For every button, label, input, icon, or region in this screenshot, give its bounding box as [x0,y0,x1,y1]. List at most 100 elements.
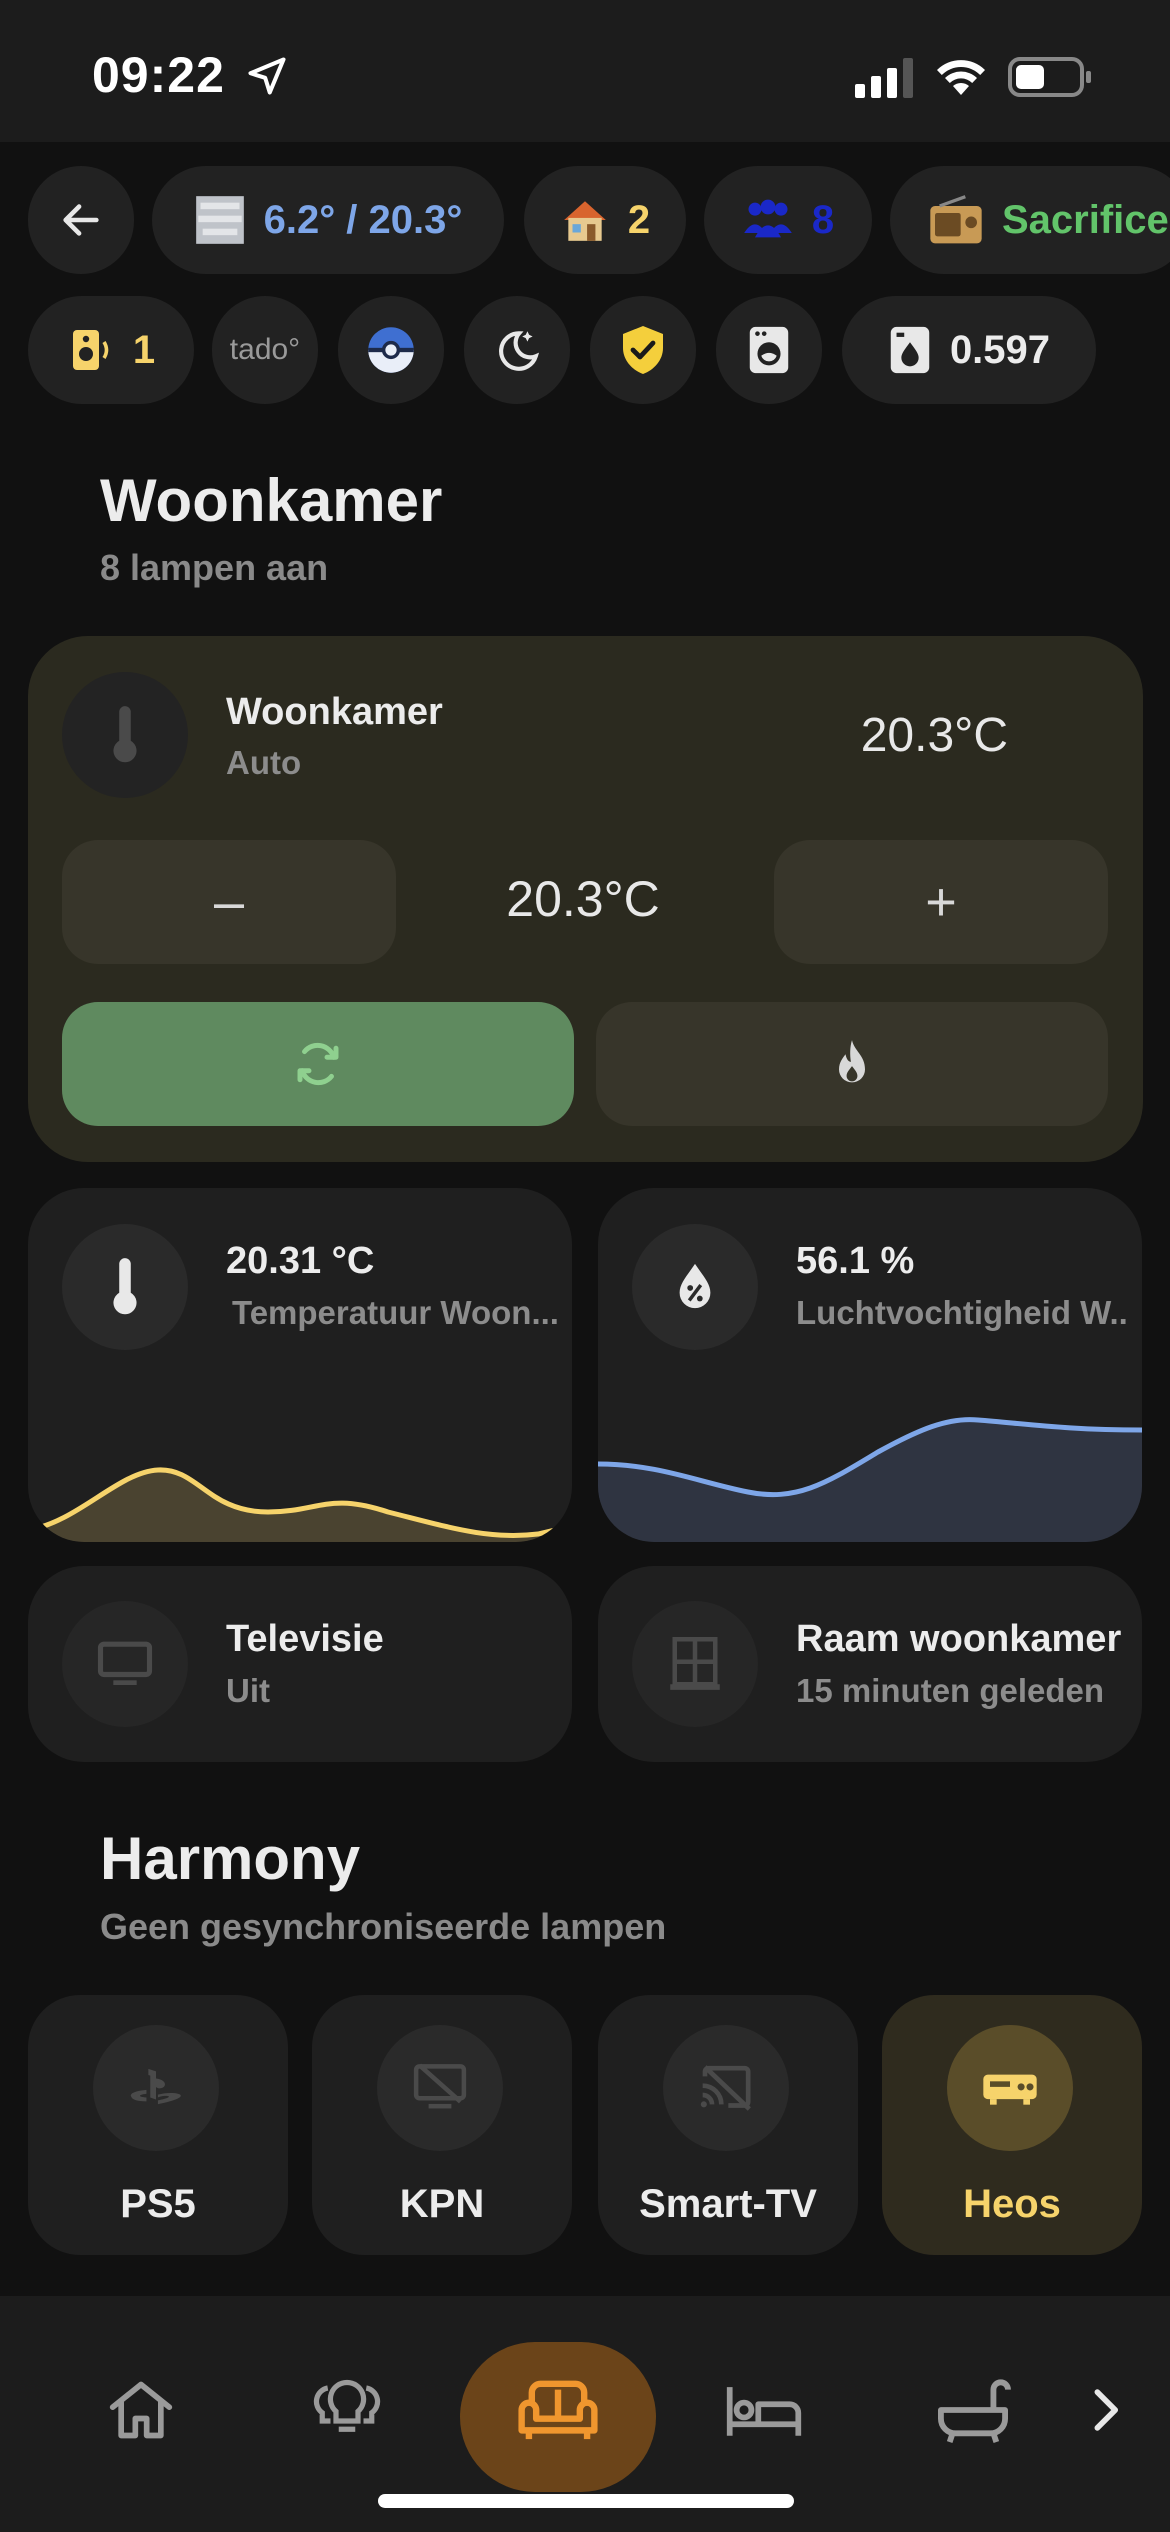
activity-label: Heos [963,2182,1061,2226]
harmony-activity-ps5[interactable]: PS5 [28,1995,288,2255]
humidity-icon-circle [632,1224,758,1350]
television-state: Uit [226,1672,270,1709]
chips-row-top: 6.2° / 20.3° 2 8 Sacrifice [0,166,1170,274]
receiver-icon [983,2074,1037,2105]
pokeball-chip[interactable] [338,296,444,404]
plus-icon: + [925,872,957,932]
shield-check-icon [623,326,663,374]
radio-chip[interactable]: Sacrifice [890,166,1170,274]
thermostat-card: Woonkamer Auto 20.3°C – 20.3°C + [28,636,1143,1162]
home-icon [109,2381,173,2439]
moon-stars-icon [499,331,540,371]
window-closed-icon [670,1637,720,1690]
temperature-sensor-card[interactable]: 20.31 °C Temperatuur Woon... [28,1188,572,1542]
thermostat-mode: Auto [226,744,302,781]
humidity-history-graph [598,1417,1142,1542]
nav-living-room[interactable] [493,2340,623,2480]
harmony-activity-kpn[interactable]: KPN [312,1995,572,2255]
weather-temps: 6.2° / 20.3° [263,197,463,242]
window-state: 15 minuten geleden [796,1672,1105,1709]
television-icon-circle [62,1601,188,1727]
thermostat-target-temp: 20.3°C [506,871,660,927]
window-name: Raam woonkamer [796,1618,1122,1660]
temp-increase-button[interactable]: + [774,840,1108,964]
speaker-count: 1 [132,327,156,372]
home-presence-chip[interactable]: 2 [524,166,686,274]
smart-tv-icon-circle [663,2025,789,2151]
back-button[interactable] [28,166,134,274]
nav-bedroom[interactable] [699,2340,829,2480]
harmony-activity-smart-tv[interactable]: Smart-TV [598,1995,858,2255]
chevron-right-icon [1094,2389,1119,2431]
washing-machine-icon [749,326,789,374]
speaker-icon [72,330,109,370]
wifi-icon [937,60,985,95]
monitor-icon [97,1641,153,1685]
playstation-icon-circle [93,2025,219,2151]
fog-weather-icon [195,196,244,244]
thermometer-icon [113,706,137,763]
nav-more[interactable] [1040,2340,1170,2480]
weather-chip[interactable]: 6.2° / 20.3° [152,166,504,274]
playstation-icon [130,2068,181,2105]
cast-off-icon [700,2065,751,2111]
security-chip[interactable] [590,296,696,404]
house-icon [564,201,606,241]
lightbulb-group-icon [313,2379,381,2432]
activity-label: KPN [399,2182,485,2226]
radio-icon [930,195,982,244]
humidity-value: 56.1 % [796,1240,915,1282]
mode-auto-button[interactable] [62,1002,574,1126]
water-meter-icon [890,326,930,374]
monitor-off-icon [413,2063,467,2109]
thermometer-icon [113,1258,137,1315]
mode-heat-button[interactable] [596,1002,1108,1126]
room-title: Woonkamer [100,467,443,534]
window-icon-circle [632,1601,758,1727]
television-name: Televisie [226,1618,384,1660]
nav-lights[interactable] [282,2340,412,2480]
sofa-icon [518,2380,598,2440]
water-meter-chip[interactable]: 0.597 [842,296,1096,404]
activity-label: Smart-TV [639,2182,817,2226]
battery-icon [1008,57,1091,97]
activity-label: PS5 [120,2182,196,2226]
chips-row-second: 1 tado° 0.597 [0,296,1170,404]
temperature-history-graph [28,1467,572,1542]
nav-home[interactable] [76,2340,206,2480]
bathtub-icon [938,2379,1011,2444]
people-chip[interactable]: 8 [704,166,872,274]
thermostat-icon-button[interactable] [62,672,188,798]
temperature-icon-circle [62,1224,188,1350]
heos-icon-circle [947,2025,1073,2151]
people-count: 8 [811,197,835,242]
sync-auto-icon [297,1042,339,1086]
radio-title: Sacrifice [1002,197,1169,242]
home-count: 2 [627,197,651,242]
tado-chip[interactable]: tado° [212,296,318,404]
tado-logo: tado° [229,333,301,366]
status-bar: 09:22 [0,0,1170,142]
television-card[interactable]: Televisie Uit [28,1566,572,1762]
speaker-chip[interactable]: 1 [28,296,194,404]
people-group-icon [744,199,792,238]
arrow-left-icon [63,204,99,236]
minus-icon: – [213,872,245,932]
nav-bathroom[interactable] [908,2340,1038,2480]
thermostat-current-temp: 20.3°C [860,709,1008,762]
window-card[interactable]: Raam woonkamer 15 minuten geleden [598,1566,1142,1762]
kpn-icon-circle [377,2025,503,2151]
harmony-activity-heos[interactable]: Heos [882,1995,1142,2255]
cellular-signal-icon [855,58,913,98]
status-time: 09:22 [92,47,225,103]
water-percent-icon [679,1263,711,1309]
night-mode-chip[interactable] [464,296,570,404]
flame-icon [839,1040,865,1083]
meter-value: 0.597 [949,327,1051,372]
humidity-sensor-card[interactable]: 56.1 % Luchtvochtigheid W... [598,1188,1142,1542]
washing-machine-chip[interactable] [716,296,822,404]
temperature-label: Temperatuur Woon... [232,1294,559,1331]
humidity-label: Luchtvochtigheid W... [796,1294,1126,1331]
temp-decrease-button[interactable]: – [62,840,396,964]
temperature-value: 20.31 °C [226,1240,375,1282]
